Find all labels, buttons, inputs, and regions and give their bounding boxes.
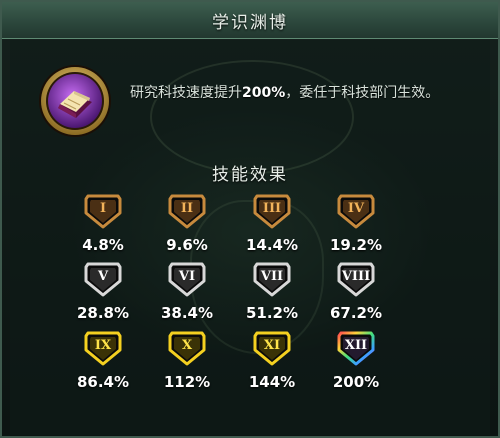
level-value: 38.4%	[160, 304, 214, 322]
level-badge-i: I 4.8%	[58, 193, 148, 259]
level-value: 19.2%	[329, 236, 383, 254]
level-value: 86.4%	[76, 373, 130, 391]
level-badge-xi: XI 144%	[227, 330, 317, 396]
level-numeral: VIII	[341, 269, 371, 284]
level-numeral: I	[99, 201, 107, 216]
level-numeral: X	[181, 338, 193, 353]
level-value: 51.2%	[245, 304, 299, 322]
level-value: 67.2%	[329, 304, 383, 322]
skill-description-suffix: ，委任于科技部门生效。	[285, 85, 440, 101]
level-value: 9.6%	[166, 236, 208, 254]
level-value: 144%	[248, 373, 296, 391]
level-numeral: IX	[94, 338, 112, 353]
level-badge-iii: III 14.4%	[227, 193, 317, 259]
skill-description: 研究科技速度提升200%，委任于科技部门生效。	[130, 82, 490, 102]
level-badge-v: V 28.8%	[58, 261, 148, 327]
level-value: 112%	[163, 373, 211, 391]
level-badge-ii: II 9.6%	[142, 193, 232, 259]
background-emblem-top	[150, 60, 354, 174]
level-badge-iv: IV 19.2%	[311, 193, 401, 259]
level-badge-xii: XII 200%	[311, 330, 401, 396]
level-numeral: VII	[260, 269, 284, 284]
level-badge-vii: VII 51.2%	[227, 261, 317, 327]
level-numeral: IV	[347, 201, 365, 216]
skill-description-prefix: 研究科技速度提升	[130, 85, 242, 101]
level-badge-viii: VIII 67.2%	[311, 261, 401, 327]
level-numeral: XII	[344, 338, 368, 353]
level-badge-vi: VI 38.4%	[142, 261, 232, 327]
window-title: 学识渊博	[212, 12, 288, 33]
level-numeral: V	[97, 269, 109, 284]
level-badge-ix: IX 86.4%	[58, 330, 148, 396]
level-value: 14.4%	[245, 236, 299, 254]
effects-title: 技能效果	[212, 165, 288, 185]
level-value: 28.8%	[76, 304, 130, 322]
level-numeral: III	[262, 201, 282, 216]
level-value: 4.8%	[82, 236, 124, 254]
title-bar: 学识渊博	[2, 2, 498, 39]
level-value: 200%	[332, 373, 380, 391]
level-badge-x: X 112%	[142, 330, 232, 396]
level-numeral: XI	[263, 338, 281, 353]
skill-description-value: 200%	[242, 85, 286, 101]
purple-book-icon	[38, 64, 112, 138]
level-numeral: II	[180, 201, 194, 216]
level-numeral: VI	[178, 269, 196, 284]
